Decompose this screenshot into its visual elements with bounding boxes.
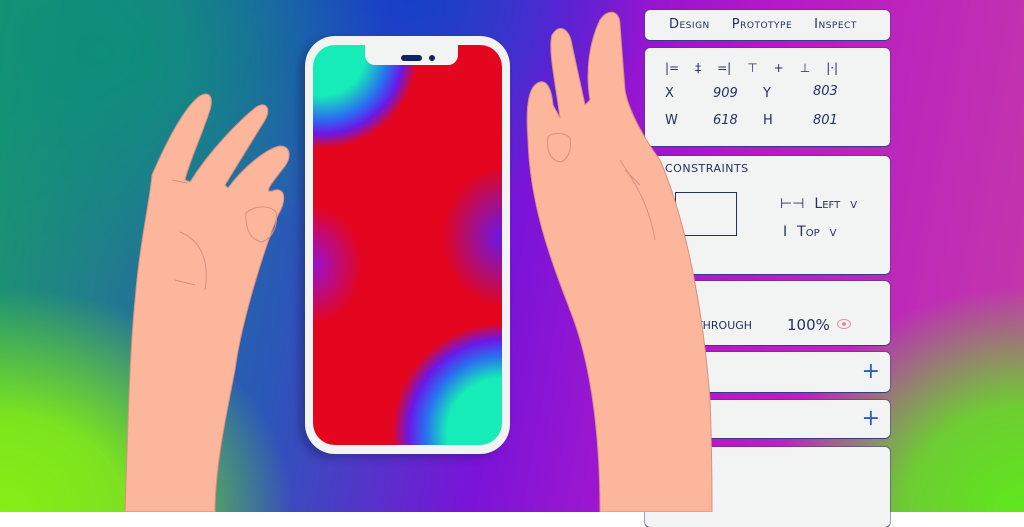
right-hand: [526, 11, 713, 512]
left-hand: [124, 93, 290, 512]
hands-illustration: [124, 11, 713, 512]
